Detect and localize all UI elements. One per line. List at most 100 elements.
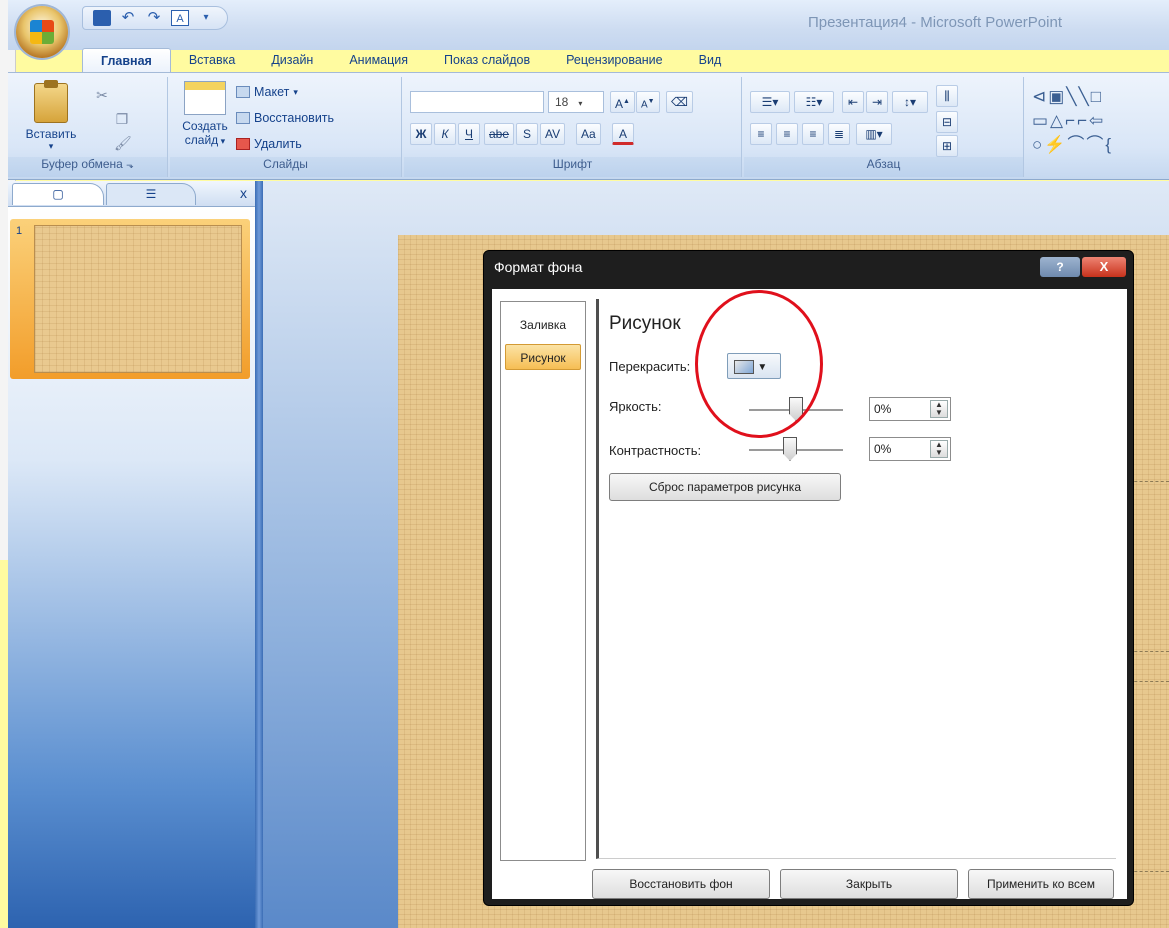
font-box-icon[interactable]: A: [171, 10, 189, 26]
brightness-label: Яркость:: [609, 399, 662, 414]
change-case-button[interactable]: Aa: [576, 123, 601, 145]
font-group-label: Шрифт: [404, 157, 741, 177]
clear-format-icon[interactable]: ⌫: [666, 91, 693, 113]
tab-home[interactable]: Главная: [82, 48, 171, 74]
restore-background-button[interactable]: Восстановить фон: [592, 869, 770, 899]
justify-icon[interactable]: ≣: [828, 123, 850, 145]
align-right-icon[interactable]: ≡: [802, 123, 824, 145]
office-logo-icon: [30, 20, 54, 44]
copy-icon[interactable]: ❐: [114, 111, 130, 128]
delete-slide-button[interactable]: Удалить: [236, 137, 302, 151]
slide-thumbnail[interactable]: [34, 225, 242, 373]
paste-button[interactable]: Вставить ▾: [16, 80, 86, 152]
dialog-launcher-icon[interactable]: ⬎: [126, 160, 134, 170]
placeholder-border: [1129, 651, 1169, 652]
font-size-value: 18: [555, 95, 569, 109]
line-spacing-button[interactable]: ↕▾: [892, 91, 928, 113]
paste-label: Вставить: [25, 127, 77, 141]
nav-fill[interactable]: Заливка: [505, 312, 581, 338]
slides-group-label: Слайды: [170, 157, 401, 177]
save-icon[interactable]: [93, 10, 111, 26]
spin-arrows-icon[interactable]: ▲ ▼: [930, 400, 948, 418]
italic-button[interactable]: К: [434, 123, 456, 145]
shapes-gallery[interactable]: ⊲▣╲╲□ ▭△⌐⌐⇦ ○⚡⌒⌒{: [1032, 85, 1113, 157]
decrease-indent-icon[interactable]: ⇤: [842, 91, 864, 113]
format-painter-icon[interactable]: 🖌: [114, 135, 132, 152]
new-slide-dropdown-icon: ▾: [218, 136, 226, 146]
reset-picture-button[interactable]: Сброс параметров рисунка: [609, 473, 841, 501]
reset-slide-button[interactable]: Восстановить: [236, 111, 334, 125]
panel-close-icon[interactable]: x: [240, 185, 247, 201]
recolor-label: Перекрасить:: [609, 359, 691, 374]
shapes-row-3: ○⚡⌒⌒{: [1032, 135, 1114, 154]
tab-slideshow[interactable]: Показ слайдов: [426, 48, 548, 74]
smartart-icon[interactable]: ⊞: [936, 135, 958, 157]
font-color-button[interactable]: A: [612, 123, 634, 145]
panel-splitter[interactable]: [255, 181, 263, 928]
window-title: Презентация4 - Microsoft PowerPoint: [808, 14, 1062, 31]
font-size-combo[interactable]: 18 ▾: [548, 91, 604, 113]
reset-label: Восстановить: [254, 111, 335, 125]
strikethrough-button[interactable]: abe: [484, 123, 515, 145]
tab-insert[interactable]: Вставка: [171, 48, 253, 74]
quick-access-toolbar: ↶ ↷ A ▾: [82, 6, 228, 30]
bold-button[interactable]: Ж: [410, 123, 432, 145]
shrink-font-button[interactable]: A▼: [636, 91, 660, 113]
brightness-spinbox[interactable]: 0% ▲ ▼: [869, 397, 951, 421]
picture-settings: Рисунок Перекрасить: ▼ Яркость: 0% ▲ ▼ Кон…: [596, 299, 1116, 859]
new-slide-button[interactable]: Создать слайд ▾: [174, 81, 236, 147]
font-group: 18 ▾ A▲ A▼ ⌫ Ж К Ч abe S AV Aa A Шрифт: [404, 77, 742, 177]
section-title: Рисунок: [609, 313, 681, 334]
tab-view[interactable]: Вид: [681, 48, 740, 74]
placeholder-border: [1129, 481, 1169, 482]
tab-animation[interactable]: Анимация: [331, 48, 426, 74]
reset-icon: [236, 112, 250, 124]
new-slide-label-2: слайд: [184, 133, 219, 147]
paste-dropdown-icon: ▾: [48, 141, 54, 151]
tab-slides-thumbnails[interactable]: ▢: [12, 183, 104, 205]
cut-icon[interactable]: ✂: [94, 87, 110, 104]
numbering-button[interactable]: ☷▾: [794, 91, 834, 113]
tab-outline[interactable]: ☰: [106, 183, 196, 205]
customize-qat-icon[interactable]: ▾: [197, 10, 215, 26]
help-button[interactable]: ?: [1040, 257, 1080, 277]
align-text-icon[interactable]: ⊟: [936, 111, 958, 133]
outline-icon: ☰: [145, 187, 157, 201]
align-center-icon[interactable]: ≡: [776, 123, 798, 145]
underline-button[interactable]: Ч: [458, 123, 480, 145]
layout-button[interactable]: Макет ▾: [236, 85, 298, 99]
nav-picture[interactable]: Рисунок: [505, 344, 581, 370]
contrast-spinbox[interactable]: 0% ▲ ▼: [869, 437, 951, 461]
clipboard-icon: [34, 80, 68, 123]
text-direction-icon[interactable]: ⫼: [936, 85, 958, 107]
spin-arrows-icon[interactable]: ▲ ▼: [930, 440, 948, 458]
bullets-button[interactable]: ☰▾: [750, 91, 790, 113]
slides-panel: ▢ ☰ x 1: [8, 181, 255, 928]
grow-font-button[interactable]: A▲: [610, 91, 635, 113]
title-bar: ↶ ↷ A ▾ Презентация4 - Microsoft PowerPo…: [8, 0, 1169, 50]
close-button[interactable]: Закрыть: [780, 869, 958, 899]
increase-indent-icon[interactable]: ⇥: [866, 91, 888, 113]
delete-label: Удалить: [254, 137, 302, 151]
tab-design[interactable]: Дизайн: [253, 48, 331, 74]
undo-icon[interactable]: ↶: [119, 10, 137, 26]
columns-button[interactable]: ▥▾: [856, 123, 892, 145]
contrast-label: Контрастность:: [609, 443, 702, 458]
office-button[interactable]: [16, 6, 68, 58]
powerpoint-window: ↶ ↷ A ▾ Презентация4 - Microsoft PowerPo…: [8, 0, 1169, 928]
apply-to-all-button[interactable]: Применить ко всем: [968, 869, 1114, 899]
contrast-slider-thumb[interactable]: [783, 437, 797, 461]
contrast-value: 0%: [874, 442, 892, 456]
redo-icon[interactable]: ↷: [145, 10, 163, 26]
highlight-circle: [695, 290, 823, 438]
shadow-button[interactable]: S: [516, 123, 538, 145]
new-slide-label-1: Создать: [182, 119, 228, 133]
font-name-combo[interactable]: [410, 91, 544, 113]
ribbon-tabs: Главная Вставка Дизайн Анимация Показ сл…: [82, 48, 739, 74]
char-spacing-button[interactable]: AV: [540, 123, 566, 145]
tab-review[interactable]: Рецензирование: [548, 48, 681, 74]
dialog-close-button[interactable]: X: [1082, 257, 1126, 277]
dialog-nav: Заливка Рисунок: [500, 301, 586, 861]
clipboard-group: Вставить ▾ ✂ ❐ 🖌 Буфер обмена ⬎: [8, 77, 168, 177]
align-left-icon[interactable]: ≡: [750, 123, 772, 145]
